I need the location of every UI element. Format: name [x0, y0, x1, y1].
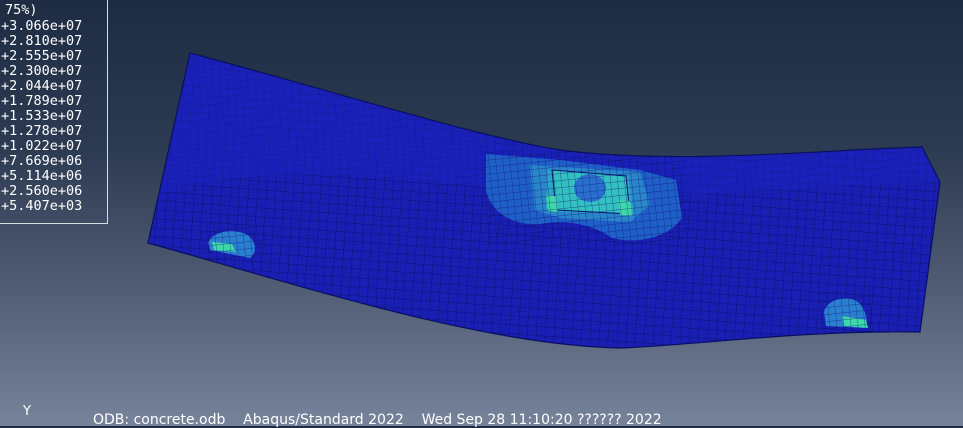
legend-value: +1.022e+07	[1, 138, 83, 154]
legend-value: +2.300e+07	[1, 63, 83, 79]
legend-value: +2.560e+06	[1, 183, 83, 199]
stress-legend: 75%) +3.066e+07 +2.810e+07 +2.555e+07 +2…	[0, 0, 108, 224]
legend-value: +2.555e+07	[1, 48, 83, 64]
right-support-contour	[820, 292, 875, 332]
legend-value: +1.278e+07	[1, 123, 83, 139]
deformed-beam-mesh	[147, 52, 941, 349]
legend-header: 75%)	[5, 2, 38, 18]
legend-value: +2.044e+07	[1, 78, 83, 94]
model-viewport[interactable]	[0, 0, 963, 426]
load-zone-contour	[486, 150, 686, 245]
legend-value: +5.407e+03	[1, 198, 83, 214]
triad-y-label: Y	[23, 404, 31, 419]
legend-values: +3.066e+07 +2.810e+07 +2.555e+07 +2.300e…	[1, 19, 82, 214]
left-support-contour	[205, 225, 265, 260]
legend-value: +7.669e+06	[1, 153, 83, 169]
legend-value: +1.789e+07	[1, 93, 83, 109]
legend-value: +5.114e+06	[1, 168, 83, 184]
legend-value: +3.066e+07	[1, 18, 83, 34]
legend-value: +1.533e+07	[1, 108, 83, 124]
legend-value: +2.810e+07	[1, 33, 83, 49]
